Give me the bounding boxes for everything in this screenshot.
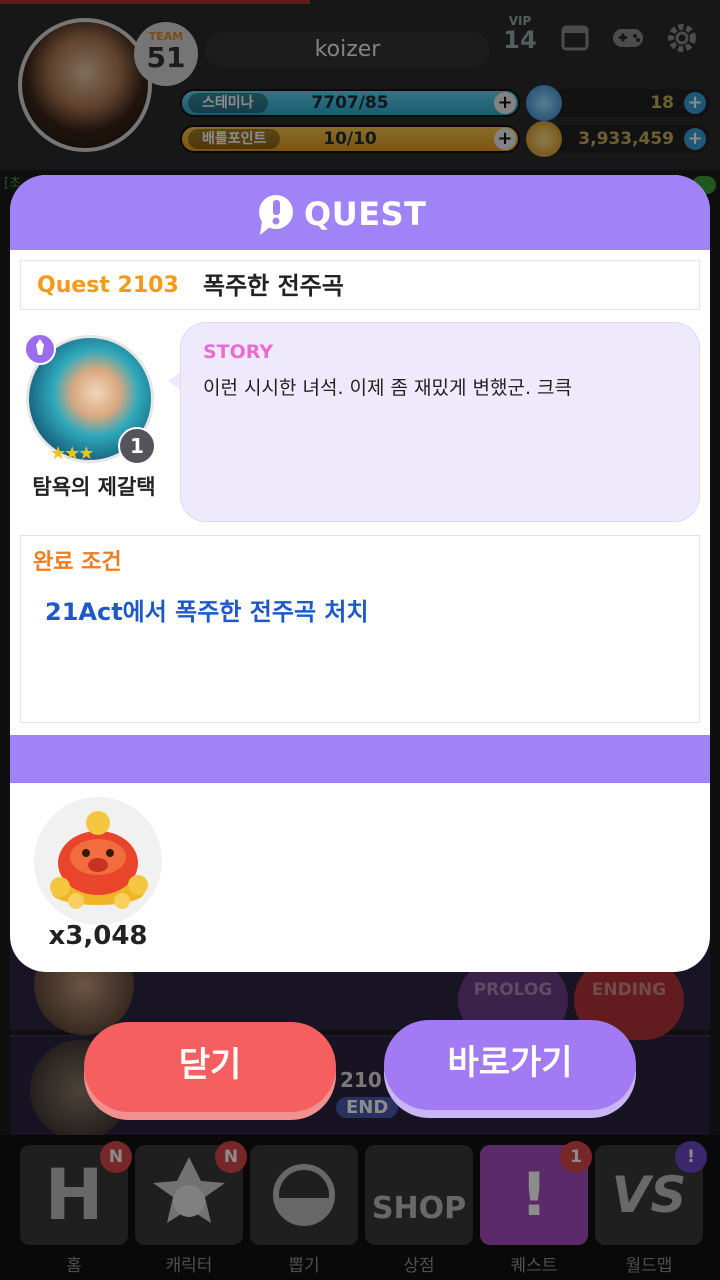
quest-number: Quest 2103 xyxy=(37,273,179,298)
modal-header: QUEST xyxy=(10,175,710,250)
npc-level-badge: 1 xyxy=(118,427,156,465)
npc-name: 탐욕의 제갈택 xyxy=(32,475,156,499)
story-bubble: STORY 이런 시시한 녀석. 이제 좀 재밌게 변했군. 크큭 xyxy=(180,322,700,522)
close-button[interactable]: 닫기 xyxy=(84,1022,336,1112)
go-to-button[interactable]: 바로가기 xyxy=(384,1020,636,1110)
story-text: 이런 시시한 녀석. 이제 좀 재밌게 변했군. 크큭 xyxy=(203,377,572,399)
npc-class-icon xyxy=(24,333,56,365)
quest-modal: QUEST Quest 2103 폭주한 전주곡 ★★★ 1 탐욕의 제갈택 S… xyxy=(10,175,710,972)
reward-header-band xyxy=(10,735,710,783)
completion-condition-box: 완료 조건 21Act에서 폭주한 전주곡 처치 xyxy=(20,535,700,723)
gold-pig-icon xyxy=(50,811,148,909)
completion-condition-text: 21Act에서 폭주한 전주곡 처치 xyxy=(45,598,369,626)
quest-logo-icon xyxy=(259,195,293,235)
quest-name: 폭주한 전주곡 xyxy=(203,272,344,300)
quest-title-bar: Quest 2103 폭주한 전주곡 xyxy=(20,260,700,310)
modal-title: QUEST xyxy=(304,195,427,233)
reward-quantity: x3,048 xyxy=(48,921,148,951)
reward-item xyxy=(34,797,162,925)
completion-condition-label: 완료 조건 xyxy=(33,550,122,575)
npc-star-rating: ★★★ xyxy=(50,443,94,464)
story-label: STORY xyxy=(203,341,274,363)
